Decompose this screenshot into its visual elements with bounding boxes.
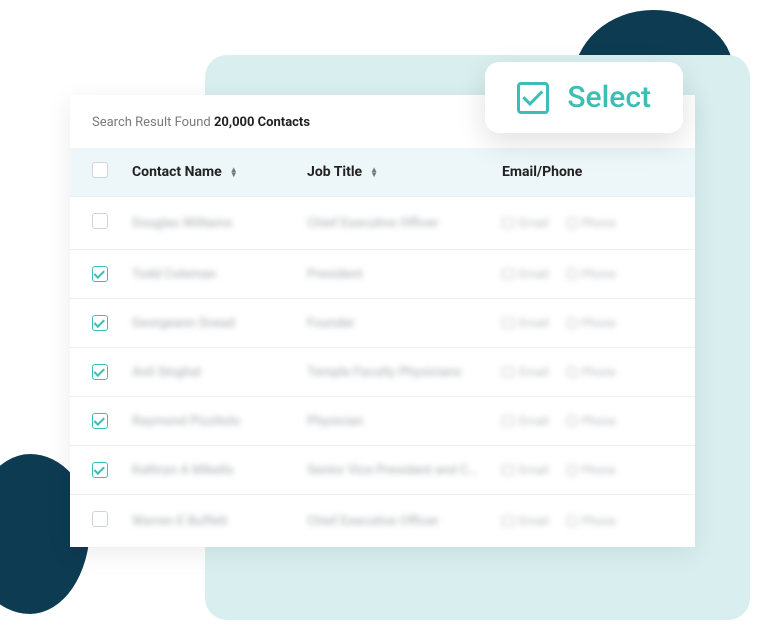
cell-contact: Email Phone — [502, 216, 672, 230]
cell-name: Warren E Buffett — [132, 514, 307, 529]
row-checkbox[interactable] — [92, 511, 108, 527]
email-icon — [502, 465, 514, 475]
email-link[interactable]: Email — [502, 463, 549, 477]
result-count: 20,000 Contacts — [214, 115, 310, 130]
email-link[interactable]: Email — [502, 414, 549, 428]
table-row: Kathryn A MikellsSenior Vice President a… — [70, 445, 695, 494]
cell-title: Senior Vice President and C… — [307, 463, 502, 478]
phone-icon — [566, 217, 578, 229]
table-row: Raymond PizzitoloPhysicianEmail Phone — [70, 396, 695, 445]
cell-contact: Email Phone — [502, 365, 672, 379]
phone-link[interactable]: Phone — [567, 216, 616, 230]
email-icon — [502, 318, 514, 328]
table-header: Contact Name ▲▼ Job Title ▲▼ Email/Phone — [70, 148, 695, 196]
cell-name: Raymond Pizzitolo — [132, 414, 307, 429]
cell-contact: Email Phone — [502, 514, 672, 528]
email-icon — [502, 516, 514, 526]
phone-link[interactable]: Phone — [567, 514, 616, 528]
email-link[interactable]: Email — [502, 316, 549, 330]
table-row: Todd ColemanPresidentEmail Phone — [70, 249, 695, 298]
select-all-checkbox[interactable] — [92, 162, 108, 178]
email-icon — [502, 269, 514, 279]
email-icon — [502, 218, 514, 228]
cell-name: Kathryn A Mikells — [132, 463, 307, 478]
cell-title: Chief Executive Officer — [307, 514, 502, 529]
select-callout-label: Select — [567, 80, 651, 115]
cell-name: Todd Coleman — [132, 267, 307, 282]
email-icon — [502, 416, 514, 426]
cell-title: Founder — [307, 316, 502, 331]
cell-name: Douglas Williams — [132, 216, 307, 231]
column-header-name[interactable]: Contact Name ▲▼ — [132, 164, 307, 180]
email-link[interactable]: Email — [502, 216, 549, 230]
cell-title: Chief Executive Officer — [307, 216, 502, 231]
phone-icon — [566, 464, 578, 476]
column-title-label: Job Title — [307, 164, 362, 180]
sort-icon: ▲▼ — [370, 167, 378, 177]
cell-title: Physician — [307, 414, 502, 429]
phone-icon — [566, 515, 578, 527]
checkbox-checked-icon — [517, 82, 549, 114]
cell-title: Temple Faculty Physicians — [307, 365, 502, 380]
cell-contact: Email Phone — [502, 414, 672, 428]
cell-contact: Email Phone — [502, 267, 672, 281]
phone-link[interactable]: Phone — [567, 414, 616, 428]
email-icon — [502, 367, 514, 377]
phone-link[interactable]: Phone — [567, 316, 616, 330]
table-row: Georgeann SneadFounderEmail Phone — [70, 298, 695, 347]
cell-title: President — [307, 267, 502, 282]
result-prefix: Search Result Found — [92, 115, 214, 130]
phone-icon — [566, 415, 578, 427]
email-link[interactable]: Email — [502, 267, 549, 281]
column-email-label: Email/Phone — [502, 164, 582, 180]
phone-icon — [566, 366, 578, 378]
row-checkbox[interactable] — [92, 364, 108, 380]
table-row: Douglas WilliamsChief Executive OfficerE… — [70, 196, 695, 249]
phone-link[interactable]: Phone — [567, 267, 616, 281]
sort-icon: ▲▼ — [230, 167, 238, 177]
cell-name: Georgeann Snead — [132, 316, 307, 331]
phone-icon — [566, 317, 578, 329]
cell-name: Anil Singhal — [132, 365, 307, 380]
select-callout: Select — [485, 62, 683, 133]
column-header-title[interactable]: Job Title ▲▼ — [307, 164, 502, 180]
table-row: Anil SinghalTemple Faculty PhysiciansEma… — [70, 347, 695, 396]
cell-contact: Email Phone — [502, 463, 672, 477]
column-name-label: Contact Name — [132, 164, 222, 180]
column-header-email: Email/Phone — [502, 164, 672, 180]
row-checkbox[interactable] — [92, 413, 108, 429]
phone-link[interactable]: Phone — [567, 365, 616, 379]
row-checkbox[interactable] — [92, 266, 108, 282]
row-checkbox[interactable] — [92, 315, 108, 331]
row-checkbox[interactable] — [92, 213, 108, 229]
row-checkbox[interactable] — [92, 462, 108, 478]
phone-link[interactable]: Phone — [567, 463, 616, 477]
results-panel: Search Result Found 20,000 Contacts Cont… — [70, 95, 695, 547]
table-body: Douglas WilliamsChief Executive OfficerE… — [70, 196, 695, 547]
table-row: Warren E BuffettChief Executive OfficerE… — [70, 494, 695, 547]
phone-icon — [566, 268, 578, 280]
cell-contact: Email Phone — [502, 316, 672, 330]
email-link[interactable]: Email — [502, 365, 549, 379]
email-link[interactable]: Email — [502, 514, 549, 528]
